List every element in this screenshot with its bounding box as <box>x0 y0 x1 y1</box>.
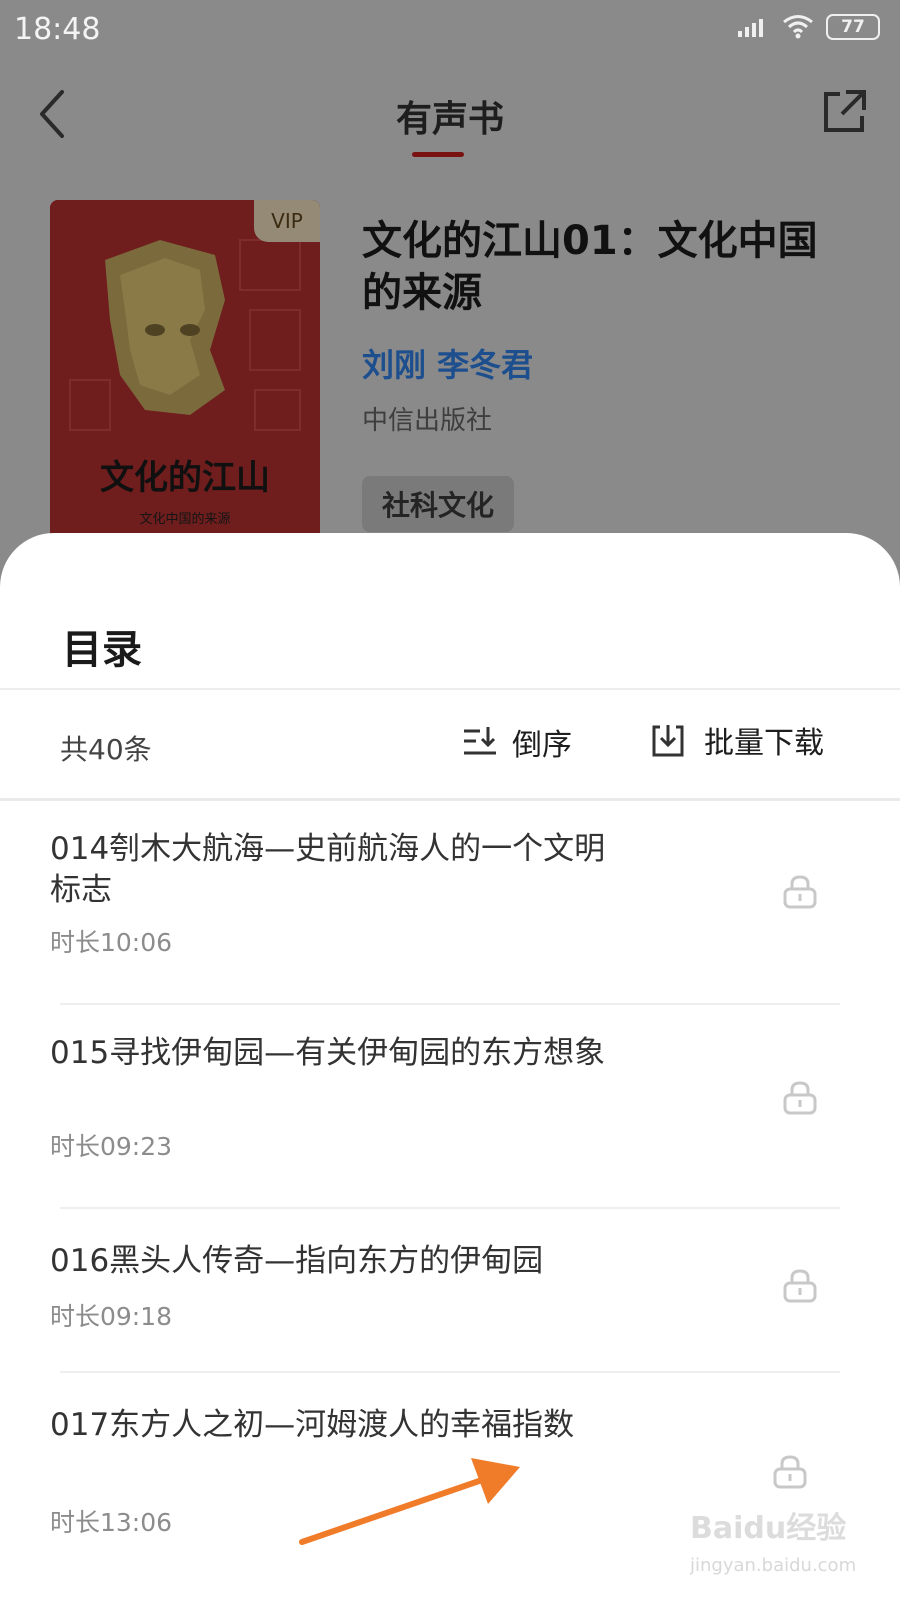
status-time: 18:48 <box>14 12 101 47</box>
lock-icon <box>773 1455 807 1489</box>
episode-list: 014刳木大航海—史前航海人的一个文明标志 时长10:06 015寻找伊甸园—有… <box>0 801 900 1577</box>
episode-duration: 时长10:06 <box>50 928 173 957</box>
cover-subtitle: 文化中国的来源 <box>139 512 231 527</box>
sort-label: 倒序 <box>512 728 572 763</box>
sort-icon <box>464 727 496 755</box>
book-cover[interactable]: VIP 文化的江山 文化中国的来源 <box>50 200 320 540</box>
book-publisher: 中信出版社 <box>362 406 493 436</box>
episode-item[interactable]: 015寻找伊甸园—有关伊甸园的东方想象 时长09:23 <box>0 1005 900 1209</box>
sort-button[interactable]: 倒序 <box>462 720 572 764</box>
episode-duration: 时长09:23 <box>50 1132 173 1161</box>
episode-duration: 时长13:06 <box>50 1508 173 1537</box>
download-icon <box>652 725 684 757</box>
batch-download-button[interactable]: 批量下载 <box>650 718 824 762</box>
catalog-toolbar: 共40条 倒序 批量下载 <box>0 690 900 798</box>
episode-title: 015寻找伊甸园—有关伊甸园的东方想象 <box>50 1035 606 1071</box>
lock-icon <box>783 1269 817 1303</box>
catalog-title: 目录 <box>62 627 142 673</box>
episode-title: 016黑头人传奇—指向东方的伊甸园 <box>50 1243 544 1279</box>
episode-title: 014刳木大航海—史前航海人的一个文明标志 <box>50 831 606 908</box>
episode-item[interactable]: 016黑头人传奇—指向东方的伊甸园 时长09:18 <box>0 1209 900 1373</box>
page-title: 有声书 <box>395 99 504 140</box>
signal-icon <box>738 19 763 37</box>
catalog-sheet: 目录 共40条 倒序 批量下载 014刳木大航海—史前航海人的一个文明标志 时长… <box>0 533 900 1600</box>
book-title: 文化的江山01：文化中国的来源 <box>362 218 818 316</box>
watermark-url: jingyan.baidu.com <box>690 1555 857 1576</box>
episode-duration: 时长09:18 <box>50 1302 173 1331</box>
episode-count: 共40条 <box>60 733 152 766</box>
lock-icon <box>783 1081 817 1115</box>
nav-bar: 有声书 <box>0 62 900 172</box>
vip-badge: VIP <box>254 200 320 242</box>
episode-item[interactable]: 014刳木大航海—史前航海人的一个文明标志 时长10:06 <box>0 801 900 1005</box>
status-icons: 77 <box>736 14 880 40</box>
share-icon[interactable] <box>818 86 870 138</box>
wifi-icon <box>783 15 813 39</box>
book-detail-page: 18:48 77 有声书 VIP 文化的江山 文化中国的来源 文化的江山01：文… <box>0 0 900 600</box>
status-bar: 18:48 77 <box>0 0 900 62</box>
title-underline <box>412 152 464 157</box>
cover-title: 文化的江山 <box>100 458 270 498</box>
category-tag[interactable]: 社科文化 <box>362 476 515 532</box>
watermark-logo: Baidu经验 <box>690 1511 847 1546</box>
battery-icon: 77 <box>826 14 880 40</box>
download-label: 批量下载 <box>704 726 824 761</box>
episode-title: 017东方人之初—河姆渡人的幸福指数 <box>50 1407 575 1443</box>
book-author-link[interactable]: 刘刚 李冬君 <box>362 340 533 386</box>
lock-icon <box>783 875 817 909</box>
